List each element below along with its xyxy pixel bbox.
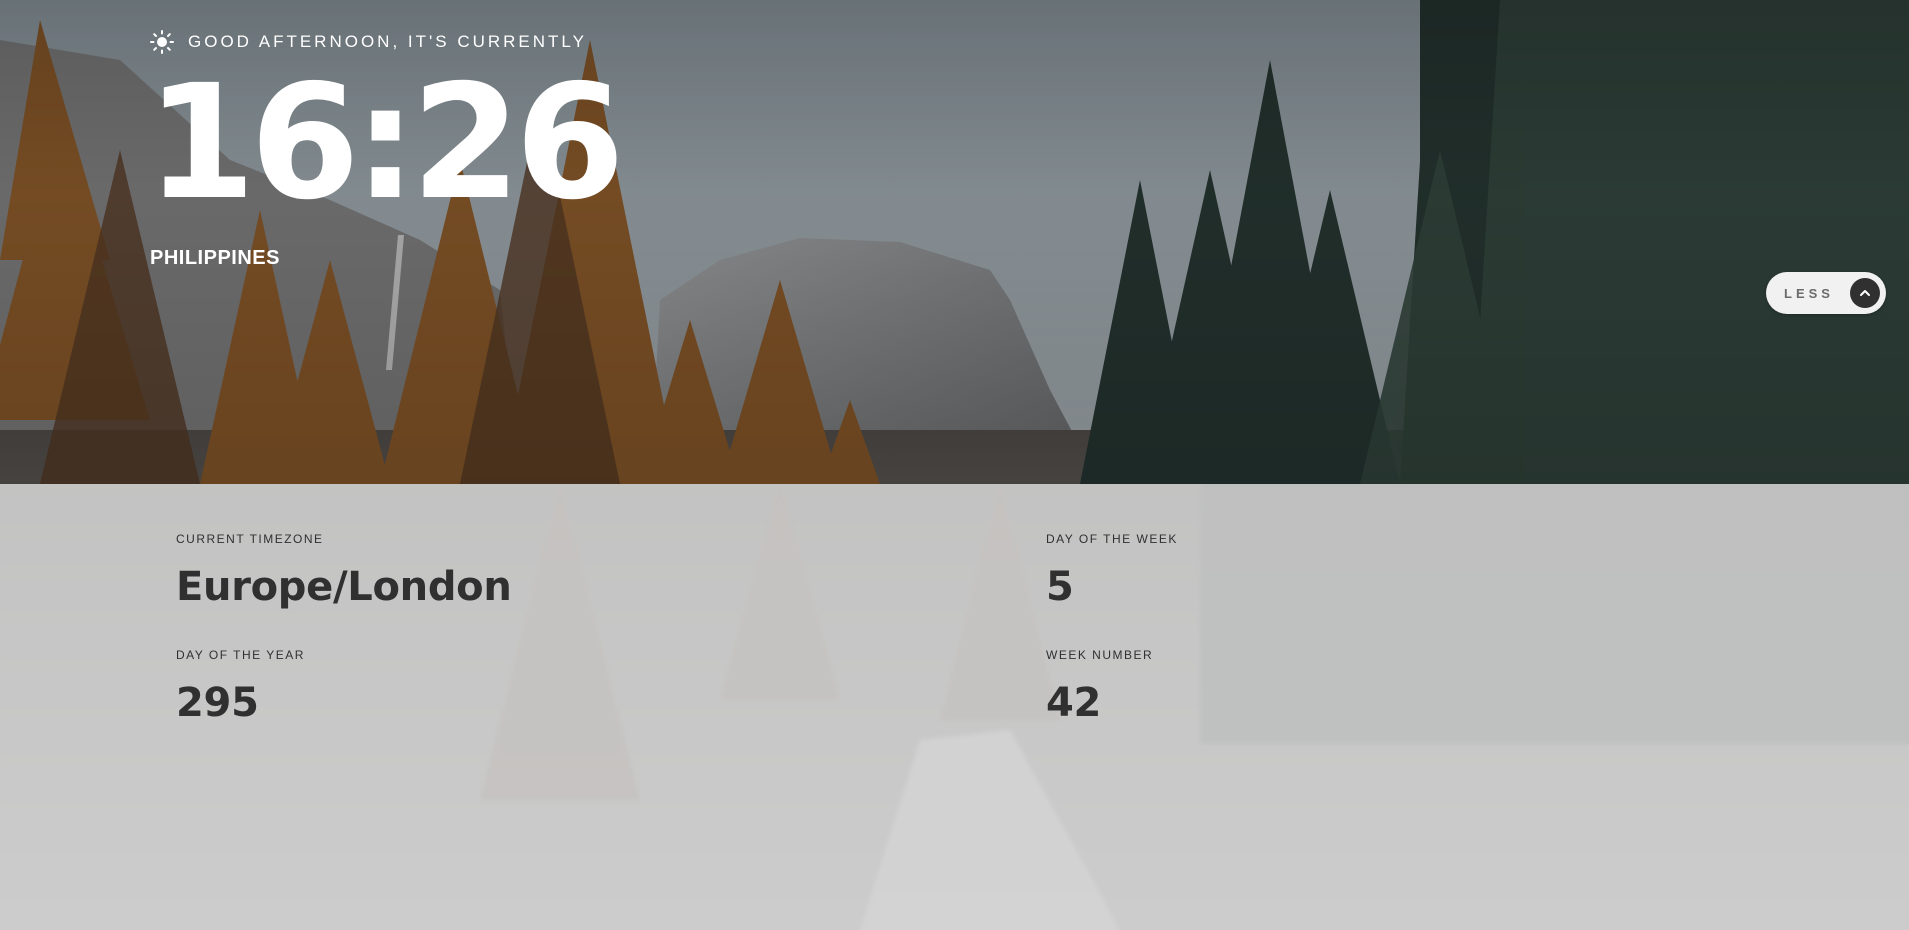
greeting-text: GOOD AFTERNOON, IT'S CURRENTLY	[188, 32, 587, 51]
timezone-info: CURRENT TIMEZONE Europe/London	[176, 532, 512, 610]
less-toggle-button[interactable]: LESS	[1766, 272, 1886, 314]
timezone-value: Europe/London	[176, 564, 512, 610]
day-of-week-label: DAY OF THE WEEK	[1046, 532, 1178, 546]
day-of-year-info: DAY OF THE YEAR 295	[176, 648, 305, 726]
current-time: 16:26	[146, 51, 625, 235]
week-number-info: WEEK NUMBER 42	[1046, 648, 1153, 726]
timezone-label: CURRENT TIMEZONE	[176, 532, 324, 546]
details-panel: CURRENT TIMEZONE Europe/London DAY OF TH…	[0, 484, 1909, 930]
day-of-week-value: 5	[1046, 564, 1074, 610]
week-number-label: WEEK NUMBER	[1046, 648, 1154, 662]
day-of-year-value: 295	[176, 680, 259, 726]
less-toggle-label: LESS	[1784, 285, 1834, 301]
location-label: PHILIPPINES	[150, 247, 280, 269]
day-of-week-info: DAY OF THE WEEK 5	[1046, 532, 1178, 610]
day-of-year-label: DAY OF THE YEAR	[176, 648, 305, 662]
chevron-up-icon	[1850, 278, 1880, 308]
week-number-value: 42	[1046, 680, 1102, 726]
